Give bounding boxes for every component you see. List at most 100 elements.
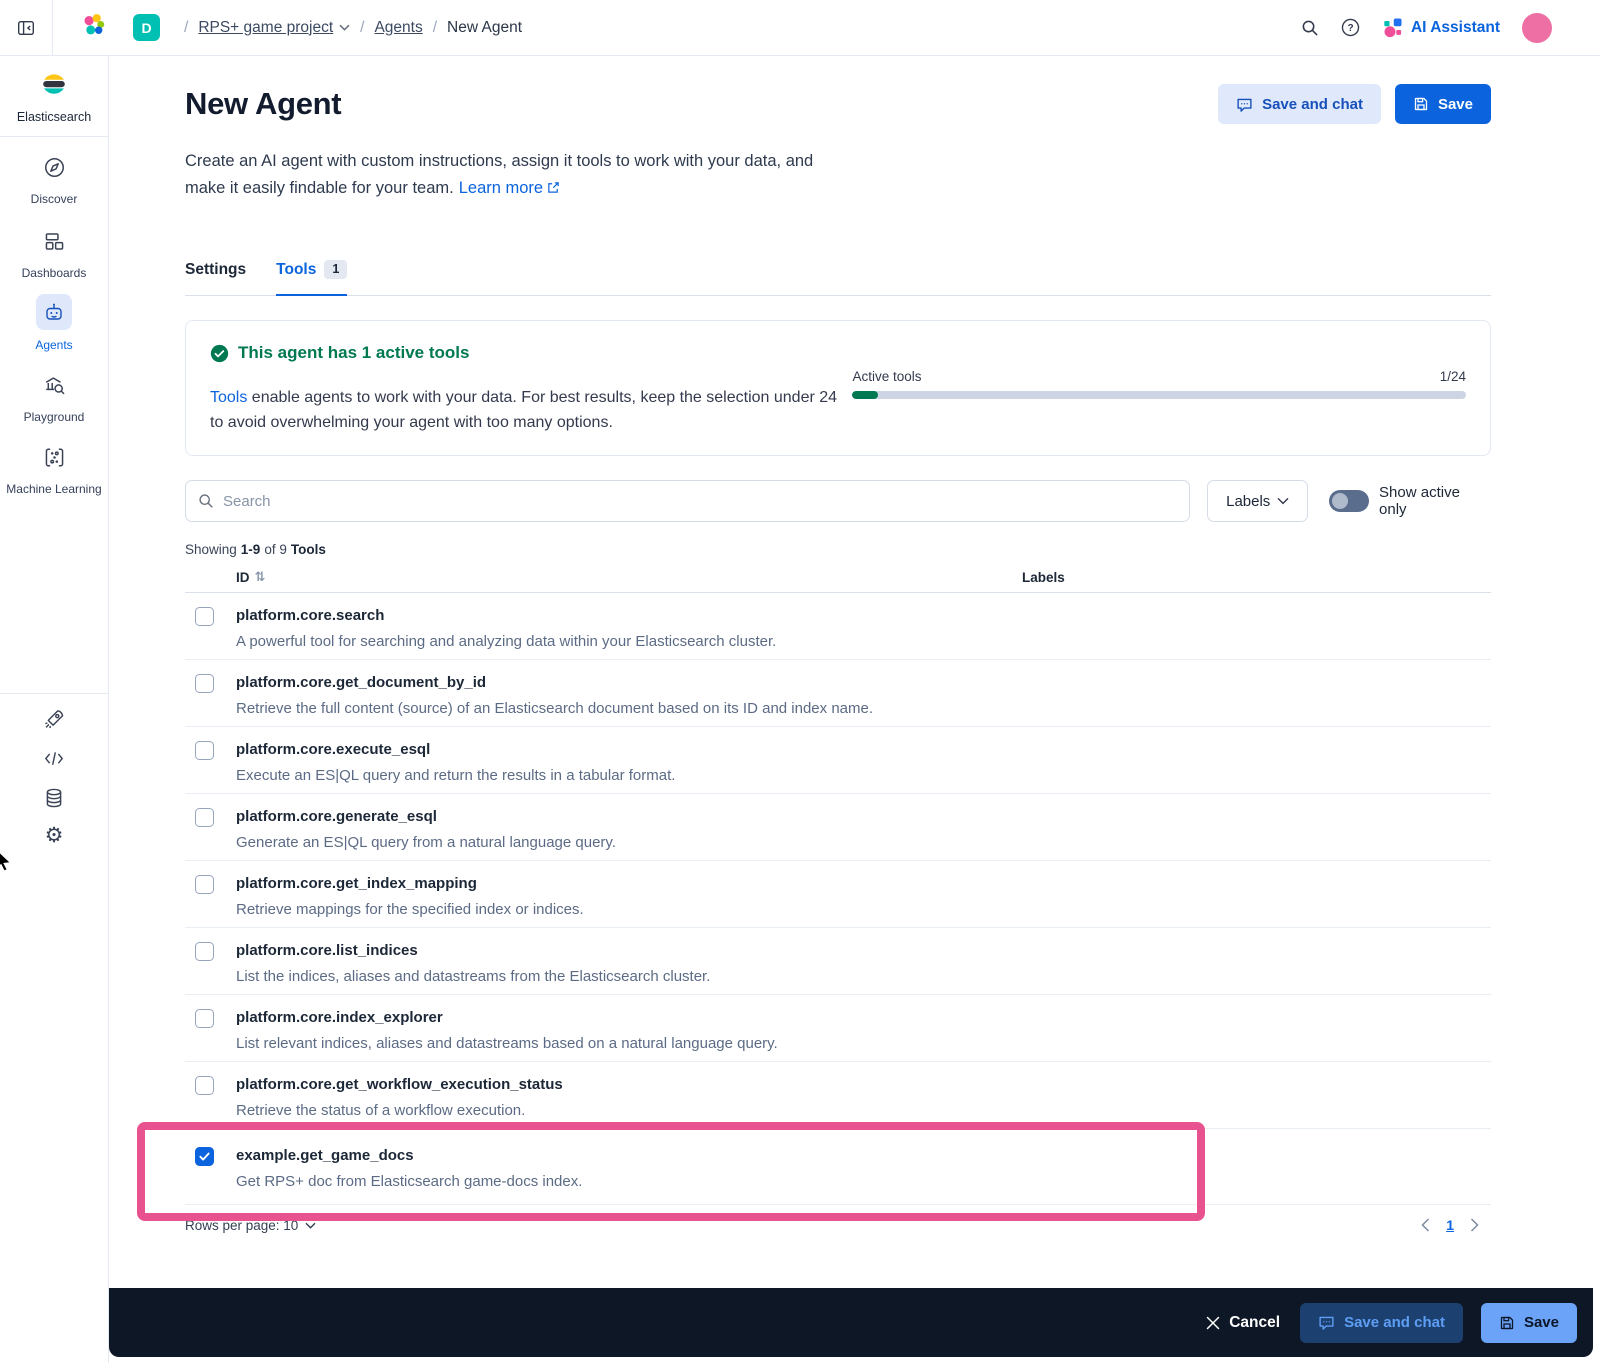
tool-checkbox[interactable] [195, 942, 214, 961]
bottom-action-bar: Cancel Save and chat Save [109, 1288, 1593, 1357]
chevron-down-icon [305, 1222, 316, 1229]
tool-checkbox[interactable] [195, 741, 214, 760]
save-and-chat-button-bottom[interactable]: Save and chat [1300, 1302, 1463, 1343]
table-row[interactable]: platform.core.index_explorer List releva… [185, 995, 1491, 1062]
breadcrumb-agents[interactable]: Agents [374, 19, 422, 37]
database-icon [43, 787, 65, 814]
table-row[interactable]: platform.core.generate_esql Generate an … [185, 794, 1491, 861]
project-initial-badge[interactable]: D [133, 14, 160, 41]
sort-icon: ⇅ [254, 570, 266, 585]
collapse-sidebar-icon[interactable] [16, 18, 36, 38]
sidebar-item-agents[interactable]: Agents [0, 294, 108, 353]
tool-description: Get RPS+ doc from Elasticsearch game-doc… [236, 1173, 583, 1190]
tool-description: A powerful tool for searching and analyz… [236, 633, 777, 650]
top-header: D / RPS+ game project / Agents / New Age… [0, 0, 1600, 56]
tool-id: platform.core.execute_esql [236, 741, 431, 758]
callout-title: This agent has 1 active tools [238, 343, 470, 362]
tool-id: platform.core.get_document_by_id [236, 674, 487, 691]
tool-description: Generate an ES|QL query from a natural l… [236, 834, 616, 851]
cancel-button[interactable]: Cancel [1206, 1314, 1280, 1332]
tools-table-body: platform.core.search A powerful tool for… [185, 593, 1491, 1205]
table-row[interactable]: platform.core.list_indices List the indi… [185, 928, 1491, 995]
table-row[interactable]: platform.core.get_index_mapping Retrieve… [185, 861, 1491, 928]
tab-settings[interactable]: Settings [185, 260, 246, 295]
active-tools-progress: Active tools 1/24 [852, 369, 1466, 435]
breadcrumb-project[interactable]: RPS+ game project [198, 19, 350, 37]
sidebar-item-dashboards[interactable]: Dashboards [0, 230, 108, 281]
tool-checkbox[interactable] [195, 1009, 214, 1028]
tool-checkbox[interactable] [195, 674, 214, 693]
breadcrumb: / RPS+ game project / Agents / New Agent [184, 18, 523, 37]
page-number-1[interactable]: 1 [1446, 1217, 1454, 1233]
labels-filter-button[interactable]: Labels [1207, 480, 1309, 522]
search-icon [199, 494, 213, 508]
tab-tools[interactable]: Tools 1 [276, 260, 348, 296]
tool-description: List relevant indices, aliases and datas… [236, 1035, 778, 1052]
external-link-icon [548, 182, 559, 193]
save-icon [1414, 97, 1428, 111]
search-input[interactable] [223, 492, 1178, 510]
ai-assistant-icon [1384, 18, 1402, 38]
breadcrumb-current: New Agent [447, 18, 523, 36]
chat-icon [1319, 1316, 1334, 1330]
sidebar-item-getting-started[interactable] [0, 708, 108, 735]
table-row[interactable]: platform.core.get_document_by_id Retriev… [185, 660, 1491, 727]
elasticsearch-logo [39, 69, 69, 104]
pagination: 1 [1421, 1217, 1479, 1233]
tool-id: platform.core.get_workflow_execution_sta… [236, 1076, 563, 1093]
tool-description: Retrieve the status of a workflow execut… [236, 1102, 526, 1119]
tool-checkbox[interactable] [195, 607, 214, 626]
learn-more-link[interactable]: Learn more [459, 179, 543, 197]
check-circle-icon [210, 344, 229, 362]
tool-checkbox[interactable] [195, 1147, 214, 1166]
results-count: Showing 1-9 of 9 Tools [185, 542, 326, 557]
active-tools-callout: This agent has 1 active tools Tools enab… [185, 320, 1491, 456]
tool-checkbox[interactable] [195, 875, 214, 894]
tools-link[interactable]: Tools [210, 389, 247, 406]
rows-per-page-button[interactable]: Rows per page: 10 [185, 1218, 316, 1233]
chat-icon [1237, 98, 1252, 112]
toggle-switch[interactable] [1329, 490, 1370, 512]
sidebar-item-elasticsearch[interactable]: Elasticsearch [0, 56, 108, 137]
ai-assistant-button[interactable]: AI Assistant [1382, 17, 1500, 38]
sidebar-item-dev-tools[interactable] [0, 748, 108, 775]
table-row[interactable]: platform.core.execute_esql Execute an ES… [185, 727, 1491, 794]
elastic-logo [82, 13, 106, 42]
progress-value: 1/24 [1439, 369, 1466, 384]
save-button[interactable]: Save [1394, 84, 1491, 124]
table-header: ID ⇅ Labels [185, 563, 1491, 593]
page-title: New Agent [185, 86, 342, 121]
robot-icon [36, 294, 72, 330]
progress-track [852, 391, 1466, 399]
sidebar-item-discover[interactable]: Discover [0, 156, 108, 207]
help-icon[interactable]: ? [1341, 18, 1360, 37]
save-button-bottom[interactable]: Save [1480, 1302, 1577, 1343]
tool-checkbox[interactable] [195, 1076, 214, 1095]
page-description: Create an AI agent with custom instructi… [185, 152, 814, 197]
rocket-icon [43, 708, 65, 735]
compass-icon [43, 156, 66, 184]
previous-page-button[interactable] [1421, 1218, 1430, 1232]
sidebar-item-data-management[interactable] [0, 787, 108, 814]
user-avatar[interactable] [1522, 12, 1552, 43]
tool-id: platform.core.index_explorer [236, 1009, 443, 1026]
show-active-only-toggle[interactable]: Show active only [1329, 484, 1491, 518]
chevron-down-icon [1277, 497, 1289, 505]
next-page-button[interactable] [1470, 1218, 1479, 1232]
sidebar-item-settings[interactable]: ⚙ [0, 824, 108, 846]
tools-count-badge: 1 [324, 260, 348, 279]
code-icon [43, 748, 65, 775]
sidebar-item-machine-learning[interactable]: Machine Learning [0, 446, 108, 497]
sidebar-item-playground[interactable]: Playground [0, 374, 108, 425]
search-icon[interactable] [1301, 19, 1319, 37]
sidebar-divider [0, 693, 108, 694]
tool-checkbox[interactable] [195, 808, 214, 827]
table-row[interactable]: platform.core.search A powerful tool for… [185, 593, 1491, 660]
tool-description: Retrieve the full content (source) of an… [236, 700, 874, 717]
column-header-labels: Labels [1022, 570, 1065, 585]
table-row[interactable]: platform.core.get_workflow_execution_sta… [185, 1062, 1491, 1129]
tool-description: List the indices, aliases and datastream… [236, 968, 711, 985]
table-row[interactable]: example.get_game_docs Get RPS+ doc from … [185, 1129, 1491, 1205]
save-and-chat-button[interactable]: Save and chat [1218, 84, 1381, 124]
column-header-id[interactable]: ID ⇅ [236, 570, 265, 585]
